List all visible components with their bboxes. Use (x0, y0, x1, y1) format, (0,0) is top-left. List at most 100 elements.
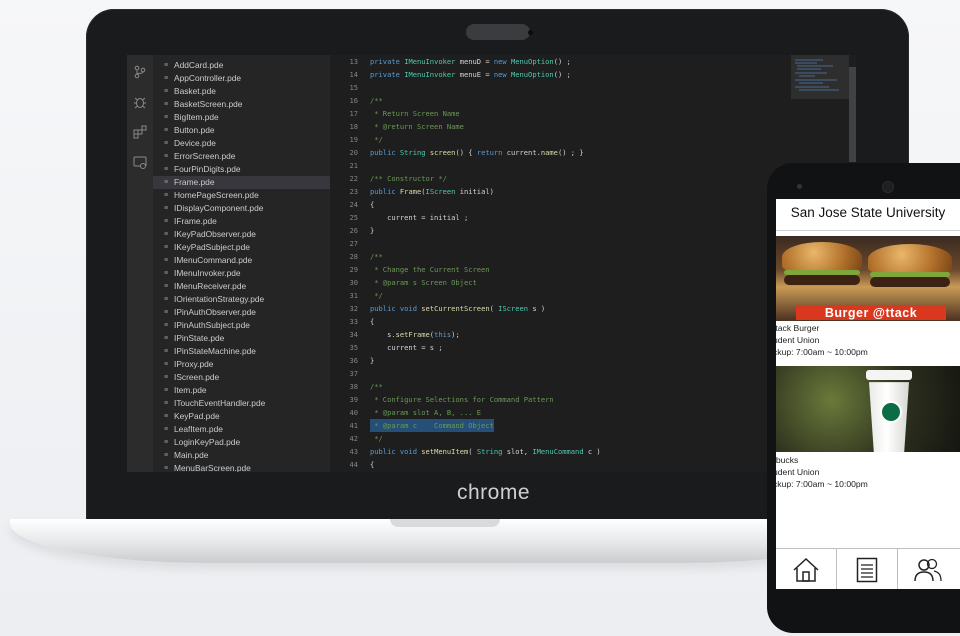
code-line[interactable]: * @param c Command Object (370, 419, 494, 432)
code-line[interactable]: public void setMenuItem( String slot, IM… (370, 445, 601, 458)
line-number: 33 (349, 317, 358, 326)
file-item[interactable]: ≡ BigItem.pde (153, 111, 330, 124)
line-number: 44 (349, 460, 358, 469)
line-number: 19 (349, 135, 358, 144)
file-item[interactable]: ≡ IPinStateMachine.pde (153, 345, 330, 358)
file-item[interactable]: ≡ Item.pde (153, 384, 330, 397)
file-icon: ≡ (164, 309, 169, 316)
file-name: HomePageScreen.pde (174, 190, 259, 200)
code-line[interactable]: /** (370, 380, 383, 393)
file-item[interactable]: ≡ IOrientationStrategy.pde (153, 293, 330, 306)
burger-store-image[interactable]: Burger @ttack (776, 236, 960, 321)
file-item[interactable]: ≡ IFrame.pde (153, 215, 330, 228)
file-item[interactable]: ≡ IMenuCommand.pde (153, 254, 330, 267)
code-line[interactable]: /** Constructor */ (370, 172, 447, 185)
file-item[interactable]: ≡ IScreen.pde (153, 371, 330, 384)
code-line[interactable]: /** (370, 250, 383, 263)
debug-icon[interactable] (131, 95, 149, 113)
burger-patty-left (784, 275, 860, 285)
file-item[interactable]: ≡ AppController.pde (153, 72, 330, 85)
file-item[interactable]: ≡ IPinState.pde (153, 332, 330, 345)
code-line[interactable]: current = initial ; (370, 211, 468, 224)
code-line[interactable]: /** (370, 94, 383, 107)
code-line[interactable]: public String screen() { return current.… (370, 146, 584, 159)
file-name: IOrientationStrategy.pde (174, 294, 265, 304)
file-item[interactable]: ≡ IKeyPadSubject.pde (153, 241, 330, 254)
extensions-icon[interactable] (131, 125, 149, 143)
code-line[interactable]: * Configure Selections for Command Patte… (370, 393, 553, 406)
file-item[interactable]: ≡ Button.pde (153, 124, 330, 137)
line-number: 39 (349, 395, 358, 404)
starbucks-store-image[interactable] (776, 366, 960, 452)
source-control-icon[interactable] (131, 65, 149, 83)
code-line[interactable]: */ (370, 289, 383, 302)
code-line[interactable]: * Change the Current Screen (370, 263, 489, 276)
code-line[interactable]: * @return Screen Name (370, 120, 464, 133)
store-hours: ckup: 7:00am ~ 10:00pm (776, 347, 868, 357)
file-item[interactable]: ≡ IPinAuthSubject.pde (153, 319, 330, 332)
file-icon: ≡ (164, 140, 169, 147)
nav-users-button[interactable] (898, 549, 958, 589)
code-line[interactable]: public Frame(IScreen initial) (370, 185, 494, 198)
nav-menu-button[interactable] (837, 549, 898, 589)
file-name: IPinState.pde (174, 333, 225, 343)
file-item[interactable]: ≡ MenuBarScreen.pde (153, 462, 330, 472)
file-item[interactable]: ≡ IKeyPadObserver.pde (153, 228, 330, 241)
phone-screen: San Jose State University Burger @ttack … (776, 199, 960, 589)
coffee-lid (866, 370, 912, 380)
file-icon: ≡ (164, 348, 169, 355)
line-number: 43 (349, 447, 358, 456)
file-icon: ≡ (164, 218, 169, 225)
code-line[interactable]: * @param slot A, B, ... E (370, 406, 481, 419)
code-line[interactable]: */ (370, 432, 383, 445)
code-line[interactable]: s.setFrame(this); (370, 328, 460, 341)
file-item[interactable]: ≡ KeyPad.pde (153, 410, 330, 423)
store-location: udent Union (776, 467, 820, 477)
file-item[interactable]: ≡ Frame.pde (153, 176, 330, 189)
code-line[interactable]: { (370, 458, 374, 471)
code-line[interactable]: private IMenuInvoker menuE = new MenuOpt… (370, 68, 571, 81)
nav-home-button[interactable] (776, 549, 837, 589)
editor-scrollbar[interactable] (849, 67, 856, 162)
code-line[interactable]: } (370, 224, 374, 237)
file-item[interactable]: ≡ IDisplayComponent.pde (153, 202, 330, 215)
file-item[interactable]: ≡ FourPinDigits.pde (153, 163, 330, 176)
file-item[interactable]: ≡ Device.pde (153, 137, 330, 150)
file-item[interactable]: ≡ LoginKeyPad.pde (153, 436, 330, 449)
file-item[interactable]: ≡ Basket.pde (153, 85, 330, 98)
file-icon: ≡ (164, 400, 169, 407)
code-editor[interactable]: private IMenuInvoker menuD = new MenuOpt… (370, 55, 790, 472)
file-item[interactable]: ≡ AddCard.pde (153, 59, 330, 72)
file-item[interactable]: ≡ BasketScreen.pde (153, 98, 330, 111)
remote-icon[interactable] (131, 155, 149, 173)
file-icon: ≡ (164, 114, 169, 121)
file-name: IPinAuthSubject.pde (174, 320, 250, 330)
code-line[interactable]: if ( "home".equals(slot) ) { menuA.setCo… (370, 471, 613, 472)
file-icon: ≡ (164, 374, 169, 381)
line-number: 27 (349, 239, 358, 248)
file-item[interactable]: ≡ IMenuReceiver.pde (153, 280, 330, 293)
file-item[interactable]: ≡ IProxy.pde (153, 358, 330, 371)
file-item[interactable]: ≡ LeafItem.pde (153, 423, 330, 436)
file-item[interactable]: ≡ HomePageScreen.pde (153, 189, 330, 202)
file-icon: ≡ (164, 465, 169, 472)
code-line[interactable]: */ (370, 133, 383, 146)
file-icon: ≡ (164, 257, 169, 264)
file-item[interactable]: ≡ ITouchEventHandler.pde (153, 397, 330, 410)
file-item[interactable]: ≡ IPinAuthObserver.pde (153, 306, 330, 319)
code-line[interactable]: current = s ; (370, 341, 443, 354)
code-line[interactable]: { (370, 315, 374, 328)
file-icon: ≡ (164, 75, 169, 82)
line-number: 17 (349, 109, 358, 118)
code-line[interactable]: { (370, 198, 374, 211)
file-item[interactable]: ≡ IMenuInvoker.pde (153, 267, 330, 280)
code-line[interactable]: private IMenuInvoker menuD = new MenuOpt… (370, 55, 571, 68)
code-line[interactable]: * @param s Screen Object (370, 276, 477, 289)
app-title: San Jose State University (790, 205, 946, 220)
file-item[interactable]: ≡ Main.pde (153, 449, 330, 462)
code-line[interactable]: public void setCurrentScreen( IScreen s … (370, 302, 545, 315)
code-line[interactable]: * Return Screen Name (370, 107, 459, 120)
code-line[interactable]: } (370, 354, 374, 367)
file-icon: ≡ (164, 335, 169, 342)
file-item[interactable]: ≡ ErrorScreen.pde (153, 150, 330, 163)
